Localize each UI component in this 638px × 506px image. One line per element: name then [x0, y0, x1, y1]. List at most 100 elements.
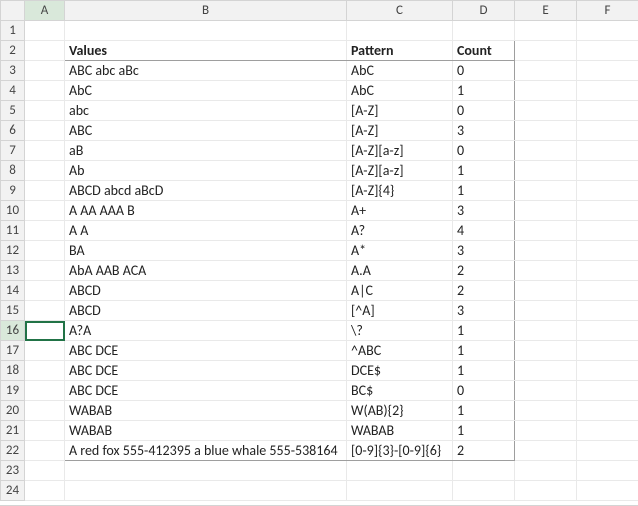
- cell-B7[interactable]: aB: [65, 141, 347, 161]
- row-header-13[interactable]: 13: [1, 261, 25, 281]
- cell-F15[interactable]: [577, 301, 638, 321]
- cell-A6[interactable]: [25, 121, 65, 141]
- cell-A7[interactable]: [25, 141, 65, 161]
- cell-F10[interactable]: [577, 201, 638, 221]
- cell-E1[interactable]: [515, 21, 577, 41]
- row-header-8[interactable]: 8: [1, 161, 25, 181]
- cell-B2[interactable]: Values: [65, 41, 347, 61]
- cell-A1[interactable]: [25, 21, 65, 41]
- cell-D22[interactable]: 2: [453, 441, 515, 461]
- cell-E17[interactable]: [515, 341, 577, 361]
- cell-F7[interactable]: [577, 141, 638, 161]
- row-header-11[interactable]: 11: [1, 221, 25, 241]
- col-header-D[interactable]: D: [453, 1, 515, 21]
- cell-D5[interactable]: 0: [453, 101, 515, 121]
- cell-C4[interactable]: AbC: [347, 81, 453, 101]
- cell-D19[interactable]: 0: [453, 381, 515, 401]
- cell-A9[interactable]: [25, 181, 65, 201]
- cell-A23[interactable]: [25, 461, 65, 481]
- cell-E21[interactable]: [515, 421, 577, 441]
- cell-D12[interactable]: 3: [453, 241, 515, 261]
- cell-A16[interactable]: [25, 321, 65, 341]
- cell-B22[interactable]: A red fox 555-412395 a blue whale 555-53…: [65, 441, 347, 461]
- cell-E13[interactable]: [515, 261, 577, 281]
- cell-A11[interactable]: [25, 221, 65, 241]
- cell-D9[interactable]: 1: [453, 181, 515, 201]
- cell-C12[interactable]: A*: [347, 241, 453, 261]
- cell-C21[interactable]: WABAB: [347, 421, 453, 441]
- cell-F9[interactable]: [577, 181, 638, 201]
- select-all-corner[interactable]: [1, 1, 25, 21]
- cell-E5[interactable]: [515, 101, 577, 121]
- cell-D10[interactable]: 3: [453, 201, 515, 221]
- cell-F12[interactable]: [577, 241, 638, 261]
- row-header-14[interactable]: 14: [1, 281, 25, 301]
- cell-C20[interactable]: W(AB){2}: [347, 401, 453, 421]
- cell-D4[interactable]: 1: [453, 81, 515, 101]
- cell-B14[interactable]: ABCD: [65, 281, 347, 301]
- cell-A8[interactable]: [25, 161, 65, 181]
- cell-C23[interactable]: [347, 461, 453, 481]
- cell-A13[interactable]: [25, 261, 65, 281]
- cell-E16[interactable]: [515, 321, 577, 341]
- cell-E4[interactable]: [515, 81, 577, 101]
- cell-D17[interactable]: 1: [453, 341, 515, 361]
- row-header-20[interactable]: 20: [1, 401, 25, 421]
- cell-B11[interactable]: A A: [65, 221, 347, 241]
- cell-F20[interactable]: [577, 401, 638, 421]
- cell-C3[interactable]: AbC: [347, 61, 453, 81]
- cell-D16[interactable]: 1: [453, 321, 515, 341]
- cell-D13[interactable]: 2: [453, 261, 515, 281]
- cell-C11[interactable]: A?: [347, 221, 453, 241]
- cell-F5[interactable]: [577, 101, 638, 121]
- cell-E6[interactable]: [515, 121, 577, 141]
- cell-B9[interactable]: ABCD abcd aBcD: [65, 181, 347, 201]
- cell-A3[interactable]: [25, 61, 65, 81]
- cell-F21[interactable]: [577, 421, 638, 441]
- cell-C2[interactable]: Pattern: [347, 41, 453, 61]
- cell-F6[interactable]: [577, 121, 638, 141]
- cell-C10[interactable]: A+: [347, 201, 453, 221]
- cell-E7[interactable]: [515, 141, 577, 161]
- cell-A15[interactable]: [25, 301, 65, 321]
- cell-A24[interactable]: [25, 481, 65, 501]
- cell-A22[interactable]: [25, 441, 65, 461]
- cell-C1[interactable]: [347, 21, 453, 41]
- cell-B18[interactable]: ABC DCE: [65, 361, 347, 381]
- cell-B19[interactable]: ABC DCE: [65, 381, 347, 401]
- row-header-18[interactable]: 18: [1, 361, 25, 381]
- cell-D7[interactable]: 0: [453, 141, 515, 161]
- cell-B21[interactable]: WABAB: [65, 421, 347, 441]
- row-header-16[interactable]: 16: [1, 321, 25, 341]
- cell-F23[interactable]: [577, 461, 638, 481]
- row-header-22[interactable]: 22: [1, 441, 25, 461]
- cell-C6[interactable]: [A-Z]: [347, 121, 453, 141]
- row-header-4[interactable]: 4: [1, 81, 25, 101]
- cell-C8[interactable]: [A-Z][a-z]: [347, 161, 453, 181]
- cell-C5[interactable]: [A-Z]: [347, 101, 453, 121]
- row-header-15[interactable]: 15: [1, 301, 25, 321]
- cell-B24[interactable]: [65, 481, 347, 501]
- cell-B20[interactable]: WABAB: [65, 401, 347, 421]
- cell-E20[interactable]: [515, 401, 577, 421]
- col-header-E[interactable]: E: [515, 1, 577, 21]
- cell-B8[interactable]: Ab: [65, 161, 347, 181]
- row-header-17[interactable]: 17: [1, 341, 25, 361]
- cell-A17[interactable]: [25, 341, 65, 361]
- cell-A10[interactable]: [25, 201, 65, 221]
- row-header-5[interactable]: 5: [1, 101, 25, 121]
- cell-A2[interactable]: [25, 41, 65, 61]
- row-header-6[interactable]: 6: [1, 121, 25, 141]
- cell-F18[interactable]: [577, 361, 638, 381]
- cell-E22[interactable]: [515, 441, 577, 461]
- row-header-1[interactable]: 1: [1, 21, 25, 41]
- row-header-21[interactable]: 21: [1, 421, 25, 441]
- cell-D11[interactable]: 4: [453, 221, 515, 241]
- cell-F13[interactable]: [577, 261, 638, 281]
- cell-A21[interactable]: [25, 421, 65, 441]
- row-header-19[interactable]: 19: [1, 381, 25, 401]
- cell-F14[interactable]: [577, 281, 638, 301]
- cell-A12[interactable]: [25, 241, 65, 261]
- cell-B1[interactable]: [65, 21, 347, 41]
- cell-B23[interactable]: [65, 461, 347, 481]
